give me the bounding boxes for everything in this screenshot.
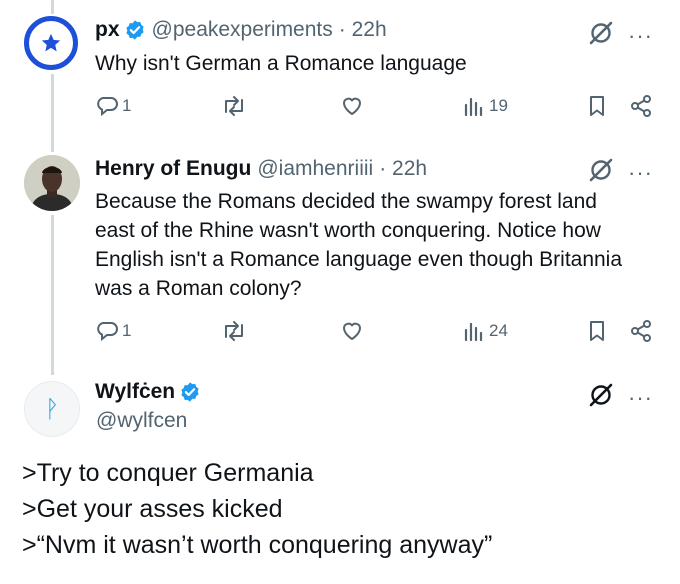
reply-count: 1 bbox=[122, 96, 132, 115]
tweet2-text: Because the Romans decided the swampy fo… bbox=[95, 187, 622, 303]
avatar-henry[interactable] bbox=[24, 155, 80, 211]
profile-photo bbox=[24, 155, 80, 211]
views-count: 19 bbox=[489, 96, 508, 115]
repost-button[interactable] bbox=[221, 94, 247, 118]
author-name[interactable]: Henry of Enugu bbox=[95, 157, 251, 181]
bookmark-button[interactable] bbox=[585, 319, 609, 343]
author-handle[interactable]: @iamhenriiii bbox=[257, 157, 373, 181]
verified-badge-icon bbox=[124, 19, 146, 41]
bookmark-icon bbox=[590, 96, 604, 116]
repost-icon bbox=[225, 96, 243, 116]
tweet2-corner: ··· bbox=[588, 157, 653, 188]
views-count: 24 bbox=[489, 321, 508, 340]
avatar-px[interactable] bbox=[24, 16, 78, 70]
tweet-time[interactable]: · 22h bbox=[379, 157, 427, 181]
reply-count: 1 bbox=[122, 321, 132, 340]
avatar-rune: ᚹ bbox=[44, 395, 60, 423]
tweet3-text: >Try to conquer Germania >Get your asses… bbox=[22, 455, 492, 563]
author-handle[interactable]: @peakexperiments bbox=[152, 18, 333, 42]
tweet2-header: Henry of Enugu @iamhenriiii · 22h bbox=[95, 157, 427, 181]
reply-icon bbox=[97, 322, 118, 342]
tweet3-handle-row: @wylfcen bbox=[90, 409, 187, 433]
text-line: was a Roman colony? bbox=[95, 277, 302, 300]
share-icon bbox=[631, 95, 651, 117]
views-icon bbox=[464, 97, 483, 117]
bookmark-button[interactable] bbox=[585, 94, 609, 118]
share-button[interactable] bbox=[629, 94, 653, 118]
thread-line-2 bbox=[51, 215, 54, 375]
thread-line-1 bbox=[51, 74, 54, 152]
text-line: >Try to conquer Germania bbox=[22, 459, 314, 487]
tweet1-header: px @peakexperiments · 22h bbox=[95, 18, 387, 42]
tweet3-header: Wylfċen bbox=[95, 380, 201, 404]
grok-icon[interactable] bbox=[588, 20, 614, 51]
like-button[interactable] bbox=[340, 94, 364, 118]
author-handle[interactable]: @wylfcen bbox=[96, 409, 187, 433]
author-name[interactable]: Wylfċen bbox=[95, 380, 175, 404]
reply-button[interactable]: 1 bbox=[95, 319, 131, 343]
tweet2-actions: 1 24 bbox=[95, 319, 657, 347]
avatar-wylfcen[interactable]: ᚹ bbox=[24, 381, 80, 437]
tweet1-actions: 1 19 bbox=[95, 94, 657, 122]
heart-icon bbox=[343, 97, 361, 115]
tweet1-text: Why isn't German a Romance language bbox=[95, 52, 467, 75]
grok-icon[interactable] bbox=[588, 382, 614, 413]
views-button[interactable]: 24 bbox=[462, 319, 508, 343]
repost-button[interactable] bbox=[221, 319, 247, 343]
repost-icon bbox=[225, 321, 243, 341]
bookmark-icon bbox=[590, 321, 604, 341]
author-name[interactable]: px bbox=[95, 18, 120, 42]
views-button[interactable]: 19 bbox=[462, 94, 508, 118]
share-button[interactable] bbox=[629, 319, 653, 343]
text-line: >“Nvm it wasn’t worth conquering anyway” bbox=[22, 531, 493, 559]
reply-button[interactable]: 1 bbox=[95, 94, 131, 118]
share-icon bbox=[631, 320, 651, 342]
text-line: Because the Romans decided the swampy fo… bbox=[95, 190, 597, 213]
verified-badge-icon bbox=[179, 381, 201, 403]
reply-icon bbox=[97, 97, 118, 117]
text-line: >Get your asses kicked bbox=[22, 495, 283, 523]
more-options-icon[interactable]: ··· bbox=[628, 161, 653, 183]
tweet-time[interactable]: · 22h bbox=[339, 18, 387, 42]
tweet3-corner: ··· bbox=[588, 382, 653, 413]
thread-line-top bbox=[51, 0, 54, 14]
more-options-icon[interactable]: ··· bbox=[628, 386, 653, 408]
text-line: east of the Rhine wasn't worth conquerin… bbox=[95, 219, 601, 242]
views-icon bbox=[464, 322, 483, 342]
text-line: English isn't a Romance language even th… bbox=[95, 248, 623, 271]
more-options-icon[interactable]: ··· bbox=[628, 24, 653, 46]
grok-icon[interactable] bbox=[588, 157, 614, 188]
heart-icon bbox=[343, 322, 361, 340]
star-icon bbox=[41, 33, 61, 52]
like-button[interactable] bbox=[340, 319, 364, 343]
tweet1-corner: ··· bbox=[588, 20, 653, 51]
